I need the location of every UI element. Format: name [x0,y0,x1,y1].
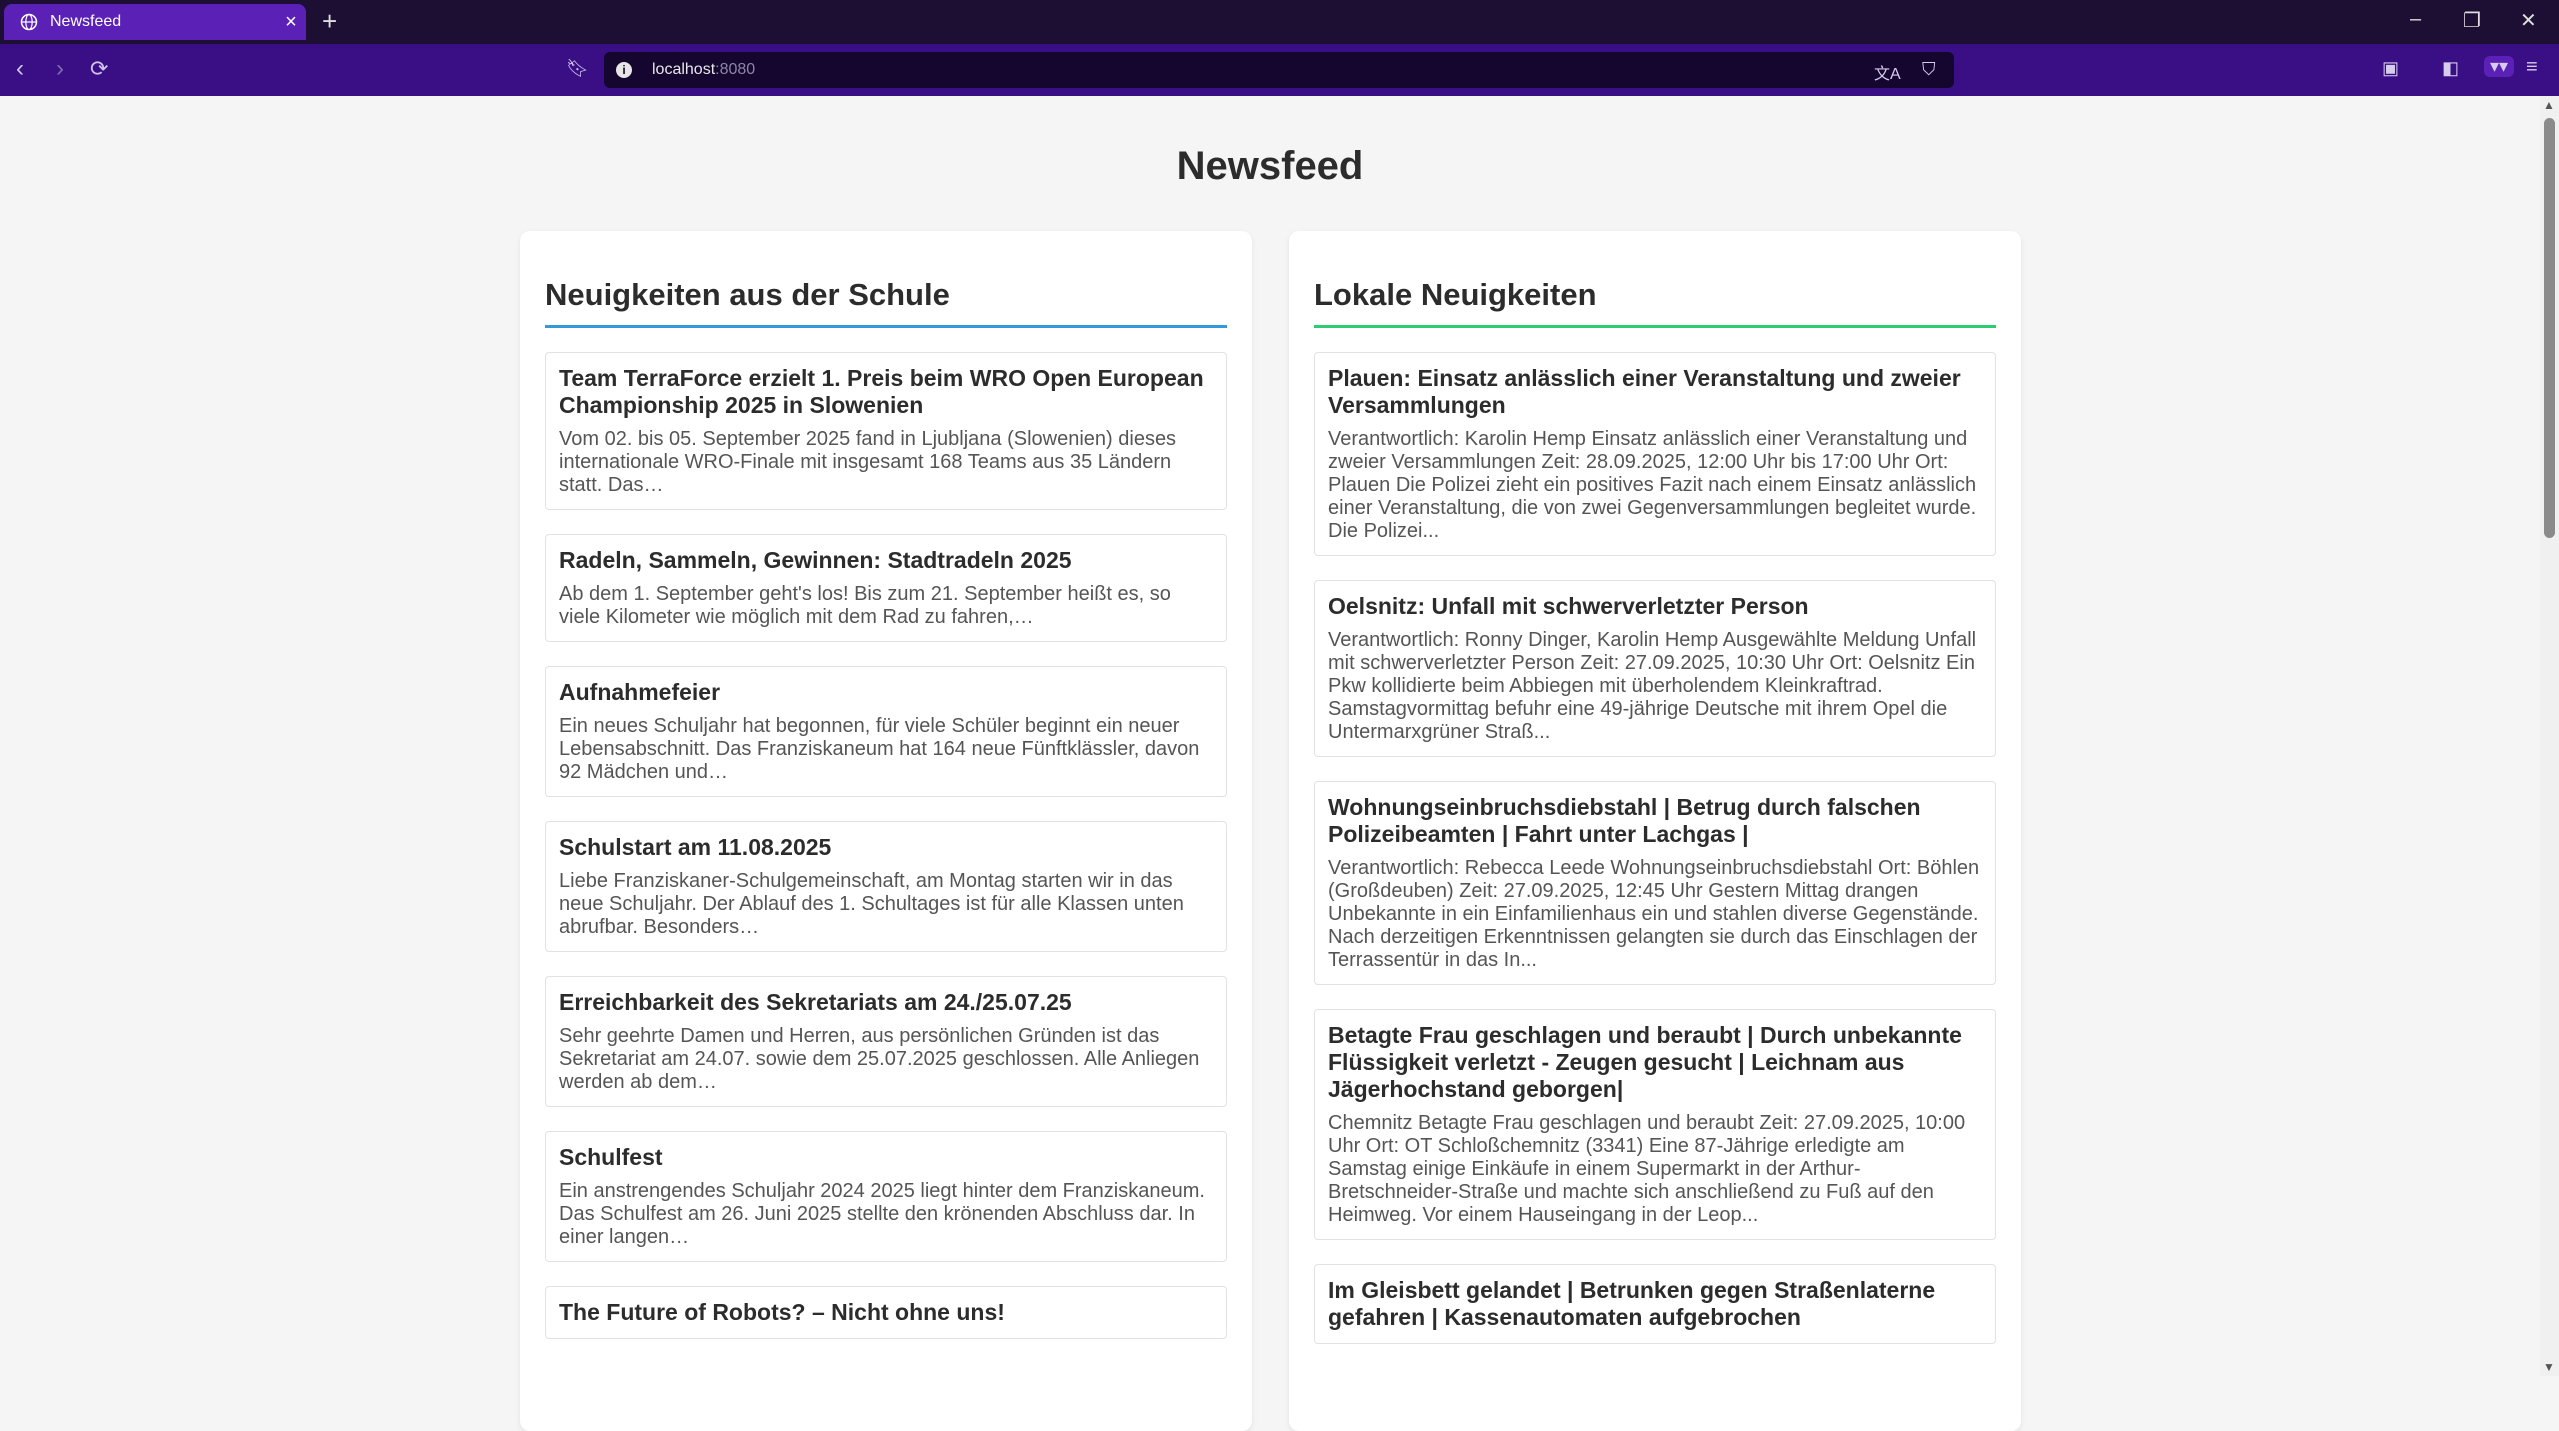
news-item[interactable]: Betagte Frau geschlagen und beraubt | Du… [1314,1009,1996,1240]
screenshot-icon[interactable]: ▣ [2382,58,2399,79]
news-item-excerpt: Ein anstrengendes Schuljahr 2024 2025 li… [559,1180,1205,1248]
browser-tab[interactable]: Newsfeed × [4,4,306,40]
news-item-excerpt: Liebe Franziskaner-Schulgemeinschaft, am… [559,870,1184,938]
menu-icon[interactable]: ≡ [2526,56,2538,79]
news-item[interactable]: Team TerraForce erzielt 1. Preis beim WR… [545,352,1227,510]
news-item-title[interactable]: Aufnahmefeier [559,679,1213,706]
site-info-icon[interactable]: i [616,62,632,78]
school-news-heading: Neuigkeiten aus der Schule [545,277,1227,328]
restore-icon[interactable]: ❐ [2463,8,2481,33]
news-item[interactable]: Oelsnitz: Unfall mit schwerverletzter Pe… [1314,580,1996,757]
news-item-title[interactable]: Schulfest [559,1144,1213,1171]
translate-icon[interactable]: 文A [1874,60,1901,84]
vpn-icon[interactable]: ▾▾ [2484,56,2515,77]
news-item-title[interactable]: Oelsnitz: Unfall mit schwerverletzter Pe… [1328,593,1982,620]
news-item-excerpt: Verantwortlich: Karolin Hemp Einsatz anl… [1328,428,1977,542]
globe-icon [20,13,38,31]
news-item-title[interactable]: Plauen: Einsatz anlässlich einer Veranst… [1328,365,1982,419]
url-text: localhost:8080 [652,61,756,78]
news-item[interactable]: Wohnungseinbruchsdiebstahl | Betrug durc… [1314,781,1996,985]
local-news-list: Plauen: Einsatz anlässlich einer Veranst… [1314,352,1996,1344]
browser-toolbar: ‹ › ⟳ 🔖︎ i localhost:8080 文A ⛉ ▣ ◧ ▾▾ ≡ [0,44,2559,96]
news-item[interactable]: Im Gleisbett gelandet | Betrunken gegen … [1314,1264,1996,1344]
reload-icon[interactable]: ⟳ [90,54,108,84]
news-item[interactable]: The Future of Robots? – Nicht ohne uns! [545,1286,1227,1339]
news-item-title[interactable]: Im Gleisbett gelandet | Betrunken gegen … [1328,1277,1982,1331]
school-news-column: Neuigkeiten aus der Schule Team TerraFor… [520,231,1252,1431]
news-item[interactable]: Radeln, Sammeln, Gewinnen: Stadtradeln 2… [545,534,1227,642]
news-item[interactable]: Schulstart am 11.08.2025 Liebe Franziskan… [545,821,1227,952]
local-news-heading: Lokale Neuigkeiten [1314,277,1996,328]
page-title: Newsfeed [1176,144,1364,188]
browser-tab-strip: Newsfeed × + – ❐ ✕ [0,0,2559,44]
news-item-title[interactable]: Erreichbarkeit des Sekretariats am 24./2… [559,989,1213,1016]
news-item-excerpt: Vom 02. bis 05. September 2025 fand in L… [559,428,1177,496]
shield-icon[interactable]: ⛉ [1922,59,1936,80]
news-item-title[interactable]: Betagte Frau geschlagen und beraubt | Du… [1328,1022,1982,1103]
news-item[interactable]: Erreichbarkeit des Sekretariats am 24./2… [545,976,1227,1107]
bookmark-icon[interactable]: 🔖︎ [566,58,589,79]
page-viewport: Newsfeed Neuigkeiten aus der Schule Team… [0,96,2540,1431]
scroll-down-icon[interactable]: ▼ [2543,1360,2555,1374]
news-item-excerpt: Ein neues Schuljahr hat begonnen, für vi… [559,715,1200,783]
news-item[interactable]: Schulfest Ein anstrengendes Schuljahr 202… [545,1131,1227,1262]
news-item-title[interactable]: Schulstart am 11.08.2025 [559,834,1213,861]
news-item[interactable]: Plauen: Einsatz anlässlich einer Veranst… [1314,352,1996,556]
forward-icon[interactable]: › [56,54,64,84]
news-item-excerpt: Chemnitz Betagte Frau geschlagen und ber… [1328,1112,1966,1226]
sidebar-icon[interactable]: ◧ [2442,58,2459,79]
news-item-excerpt: Verantwortlich: Ronny Dinger, Karolin He… [1328,629,1977,743]
tab-title: Newsfeed [50,13,122,30]
scrollbar[interactable]: ▲ ▼ [2540,96,2559,1376]
local-news-column: Lokale Neuigkeiten Plauen: Einsatz anläs… [1289,231,2021,1431]
tab-close-icon[interactable]: × [276,11,306,34]
scrollbar-thumb[interactable] [2544,118,2555,538]
minimize-icon[interactable]: – [2410,8,2421,31]
news-item-title[interactable]: Team TerraForce erzielt 1. Preis beim WR… [559,365,1213,419]
news-item-excerpt: Ab dem 1. September geht's los! Bis zum … [559,583,1171,628]
address-bar[interactable]: i localhost:8080 文A ⛉ [604,52,1954,88]
news-item-title[interactable]: Wohnungseinbruchsdiebstahl | Betrug durc… [1328,794,1982,848]
news-item[interactable]: Aufnahmefeier Ein neues Schuljahr hat beg… [545,666,1227,797]
news-item-title[interactable]: The Future of Robots? – Nicht ohne uns! [559,1299,1213,1326]
news-item-excerpt: Verantwortlich: Rebecca Leede Wohnungsei… [1328,857,1980,971]
school-news-list: Team TerraForce erzielt 1. Preis beim WR… [545,352,1227,1339]
news-item-title[interactable]: Radeln, Sammeln, Gewinnen: Stadtradeln 2… [559,547,1213,574]
news-item-excerpt: Sehr geehrte Damen und Herren, aus persö… [559,1025,1200,1093]
close-window-icon[interactable]: ✕ [2520,8,2537,33]
back-icon[interactable]: ‹ [16,54,24,84]
new-tab-icon[interactable]: + [322,6,337,36]
scroll-up-icon[interactable]: ▲ [2543,98,2555,112]
